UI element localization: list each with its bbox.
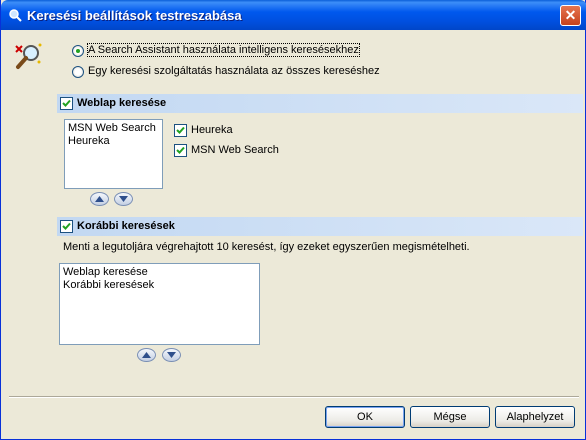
previous-searches-description: Menti a legutoljára végrehajtott 10 kere… [63,241,470,253]
previous-searches-listbox[interactable]: Weblap keresése Korábbi keresések [59,263,260,345]
reset-button[interactable]: Alaphelyzet [495,406,575,428]
arrow-up-icon [142,352,151,358]
web-search-listbox[interactable]: MSN Web Search Heureka [64,119,163,189]
move-up-button[interactable] [137,348,156,362]
checkmark-icon [176,146,185,154]
single-service-radio[interactable] [72,66,84,78]
search-app-icon [8,8,22,22]
close-button[interactable]: ✕ [560,5,581,26]
move-down-button[interactable] [162,348,181,362]
window-title: Keresési beállítások testreszabása [27,8,242,23]
checkmark-icon [62,222,71,230]
list-item[interactable]: Weblap keresése [63,266,256,279]
list-item[interactable]: Korábbi keresések [63,279,256,292]
close-icon: ✕ [564,7,577,23]
ok-button[interactable]: OK [325,406,405,428]
arrow-down-icon [119,196,128,202]
assistant-radio-label[interactable]: A Search Assistant használata intelligen… [87,43,360,57]
web-search-section-header: Weblap keresése [57,94,583,113]
move-down-button[interactable] [114,192,133,206]
previous-searches-section-title: Korábbi keresések [77,220,175,232]
assistant-radio[interactable] [72,45,84,57]
web-search-section-title: Weblap keresése [77,97,167,109]
list-item[interactable]: MSN Web Search [68,122,159,135]
checkmark-icon [62,99,71,107]
arrow-down-icon [167,352,176,358]
msn-web-search-checkbox-label[interactable]: MSN Web Search [191,144,279,156]
checkmark-icon [176,126,185,134]
heureka-checkbox[interactable] [174,124,187,137]
previous-searches-section-header: Korábbi keresések [57,217,583,236]
web-search-checkbox[interactable] [60,97,73,110]
list-item[interactable]: Heureka [68,135,159,148]
cancel-button[interactable]: Mégse [410,406,490,428]
previous-searches-checkbox[interactable] [60,220,73,233]
arrow-up-icon [95,196,104,202]
move-up-button[interactable] [90,192,109,206]
dialog-window: Keresési beállítások testreszabása ✕ A S… [0,0,586,440]
msn-web-search-checkbox[interactable] [174,144,187,157]
heureka-checkbox-label[interactable]: Heureka [191,124,233,136]
search-assistant-icon [13,40,45,75]
single-service-radio-label[interactable]: Egy keresési szolgáltatás használata az … [88,65,380,77]
divider [9,396,579,398]
title-bar[interactable]: Keresési beállítások testreszabása ✕ [1,0,586,30]
